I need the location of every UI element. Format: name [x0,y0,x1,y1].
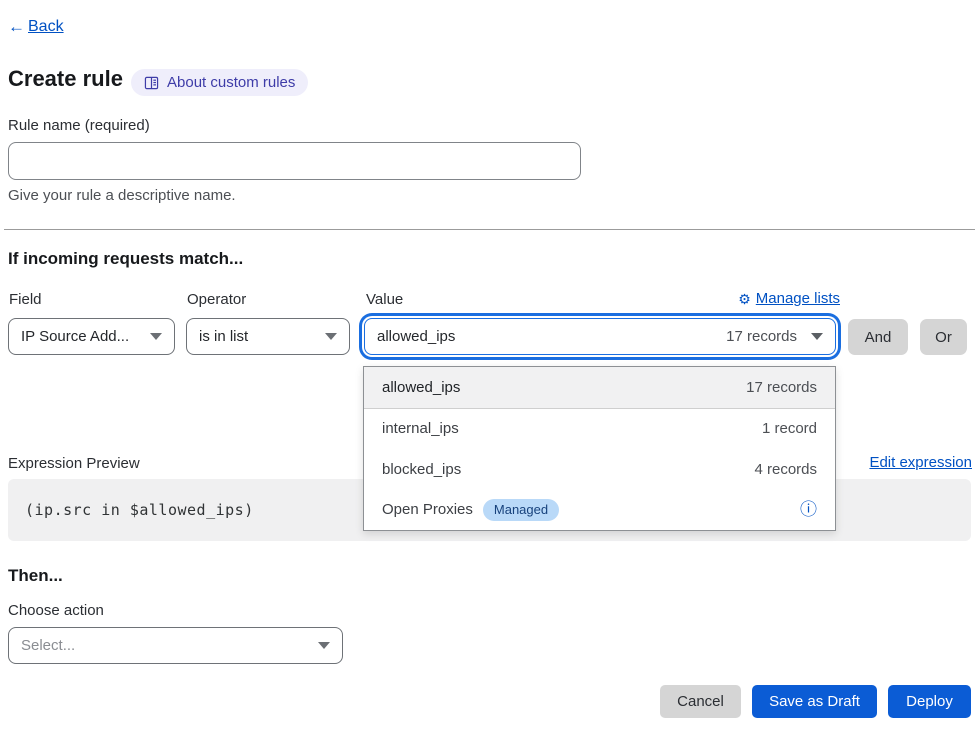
page-title: Create rule [8,66,123,92]
create-rule-page: ← Back Create rule About custom rules Ru… [0,0,979,739]
then-section-heading: Then... [8,566,63,586]
rule-name-input[interactable] [8,142,581,180]
list-option-record-count: 4 records [754,461,817,478]
field-select-value: IP Source Add... [21,328,129,345]
chevron-down-icon [318,642,330,649]
about-custom-rules-link[interactable]: About custom rules [131,69,308,96]
list-option-blocked-ips[interactable]: blocked_ips 4 records [364,449,835,490]
chevron-down-icon [811,333,823,340]
back-link[interactable]: ← Back [8,17,64,37]
manage-lists-link[interactable]: ⚙ Manage lists [738,290,840,307]
and-button[interactable]: And [848,319,908,355]
choose-action-select[interactable]: Select... [8,627,343,664]
value-select[interactable]: allowed_ips 17 records [364,318,836,355]
list-option-name: allowed_ips [382,379,460,396]
match-section-heading: If incoming requests match... [8,249,243,269]
edit-expression-link[interactable]: Edit expression [869,454,972,471]
list-option-internal-ips[interactable]: internal_ips 1 record [364,409,835,450]
list-option-name: internal_ips [382,420,459,437]
list-option-name: Open Proxies [382,501,473,518]
managed-badge: Managed [483,499,559,521]
operator-label: Operator [187,291,246,308]
choose-action-placeholder: Select... [21,637,75,654]
chevron-down-icon [325,333,337,340]
book-icon [144,76,159,90]
operator-select-value: is in list [199,328,248,345]
expression-preview-label: Expression Preview [8,455,140,472]
rule-name-label: Rule name (required) [8,117,150,134]
field-label: Field [9,291,42,308]
rule-name-helper: Give your rule a descriptive name. [8,187,236,204]
or-button[interactable]: Or [920,319,967,355]
gear-icon: ⚙ [738,292,751,306]
about-custom-rules-label: About custom rules [167,74,295,91]
edit-expression-label: Edit expression [869,454,972,471]
expression-code: (ip.src in $allowed_ips) [25,501,254,519]
deploy-button[interactable]: Deploy [888,685,971,718]
back-arrow-icon: ← [8,17,25,37]
value-select-value: allowed_ips [377,328,455,345]
back-link-label: Back [28,18,64,36]
value-select-record-count: 17 records [726,328,797,345]
manage-lists-label: Manage lists [756,290,840,307]
chevron-down-icon [150,333,162,340]
choose-action-label: Choose action [8,602,104,619]
info-icon[interactable]: ⓘ [800,501,817,518]
field-select[interactable]: IP Source Add... [8,318,175,355]
list-option-record-count: 1 record [762,420,817,437]
list-option-record-count: 17 records [746,379,817,396]
save-as-draft-button[interactable]: Save as Draft [752,685,877,718]
cancel-button[interactable]: Cancel [660,685,741,718]
list-option-allowed-ips[interactable]: allowed_ips 17 records [364,367,835,409]
section-divider [4,229,975,230]
list-dropdown-menu: allowed_ips 17 records internal_ips 1 re… [363,366,836,531]
operator-select[interactable]: is in list [186,318,350,355]
list-option-open-proxies[interactable]: Open Proxies Managed ⓘ [364,490,835,531]
list-option-name: blocked_ips [382,461,461,478]
value-label: Value [366,291,403,308]
